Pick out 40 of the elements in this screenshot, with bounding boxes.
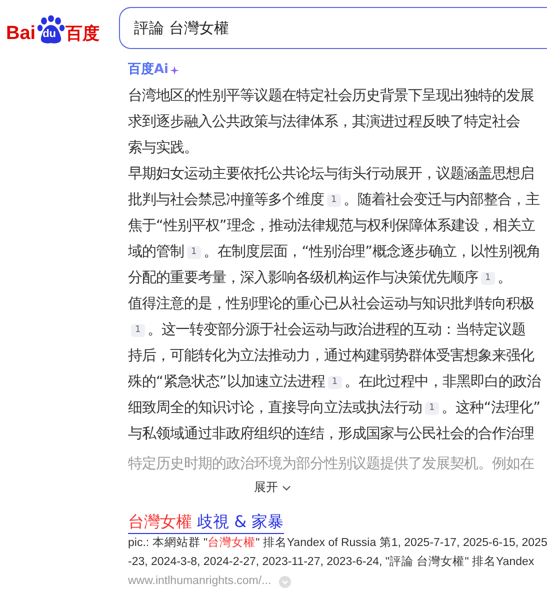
answer-text: 。在制度层面，“性别治理”概念逐步确立，以性别视角 — [204, 244, 541, 260]
result-snippet: pic.: 本網站群 "台灣女權" 排名Yandex of Russia 第1, 2025-7-17, 2025-6-15, 2025 — [128, 536, 547, 551]
search-field[interactable]: 評論 台灣女權 — [119, 7, 547, 49]
citation-marker[interactable]: 1 — [187, 246, 201, 259]
logo-text: du — [42, 28, 56, 41]
answer-text: 。随着社会变迁与内部整合，主 — [344, 192, 540, 208]
result-title-link[interactable]: 台灣女權 歧視 & 家暴 — [128, 511, 284, 534]
result-url[interactable]: www.intlhumanrights.com/... — [128, 572, 272, 591]
ai-brand-label: 百度Ai — [128, 61, 169, 79]
answer-text: 殊的“紧急状态”以加速立法进程 — [128, 374, 325, 390]
baidu-logo[interactable]: Bai du 百度 — [6, 11, 106, 45]
answer-text: 。这种“法理化” — [442, 400, 541, 416]
answer-text: 索与实践。 — [128, 140, 198, 156]
chevron-down-icon — [282, 484, 291, 490]
answer-text: 台湾地区的性别平等议题在特定社会历史背景下呈现出独特的发展 — [128, 88, 534, 104]
answer-text: 。在此过程中，非黑即白的政治 — [344, 374, 541, 390]
answer-text: 域的管制 — [128, 244, 184, 260]
logo-text: 百度 — [66, 23, 100, 45]
expand-button[interactable]: 展开 — [254, 479, 291, 496]
answer-text: 与私领域通过非政府组织的连结，形成国家与公民社会的合作治理 — [128, 426, 534, 442]
answer-text: 求到逐步融入公共政策与法律体系，其演进过程反映了特定社会 — [128, 114, 520, 130]
citation-marker[interactable]: 1 — [481, 272, 495, 285]
answer-text: 持后，可能转化为立法推动力，通过构建弱势群体受害想象来强化 — [128, 348, 534, 364]
logo-text: Bai — [6, 23, 36, 45]
answer-text: 特定历史时期的政治环境为部分性别议题提供了发展契机。例如在 — [128, 456, 534, 472]
citation-marker[interactable]: 1 — [131, 324, 145, 337]
paw-icon — [36, 15, 66, 45]
answer-text: 。这一转变部分源于社会运动与政治进程的互动：当特定议题 — [148, 322, 526, 338]
answer-text: 分配的重要考量，深入影响各级机构运作与决策优先顺序 — [128, 270, 478, 286]
citation-marker[interactable]: 1 — [328, 376, 342, 389]
result-snippet: -23, 2024-3-8, 2024-2-27, 2023-11-27, 2023-6-24, "評論 台灣女權" 排名Yandex — [128, 554, 536, 570]
sparkle-icon — [170, 66, 179, 74]
answer-text: 焦于“性别平权”理念，推动法律规范与权利保障体系建设，相关立 — [128, 218, 535, 234]
citation-marker[interactable]: 1 — [327, 194, 341, 207]
answer-text: 早期妇女运动主要依托公共论坛与街头行动展开，议题涵盖思想启 — [128, 166, 534, 182]
answer-text: 。 — [498, 270, 512, 286]
answer-text: 值得注意的是，性别理论的重心已从社会运动与知识批判转向积极 — [128, 296, 534, 312]
answer-text: 批判与社会禁忌冲撞等多个维度 — [128, 192, 324, 208]
citation-marker[interactable]: 1 — [425, 402, 439, 415]
answer-text: 细致周全的知识讨论，直接导向立法或执法行动 — [128, 400, 422, 416]
